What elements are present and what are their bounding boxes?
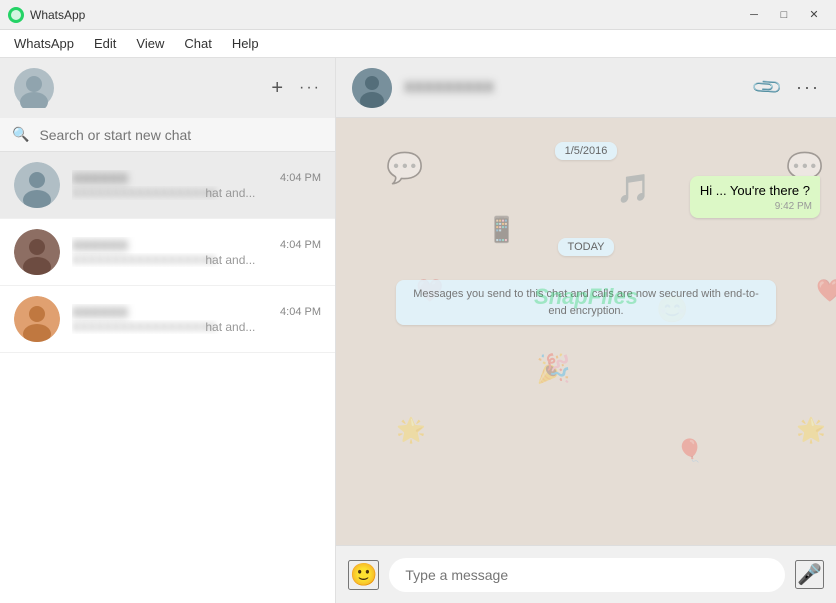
titlebar-title: WhatsApp	[30, 8, 85, 22]
chat-info: XXXXXX 4:04 PM XXXXXXXXXXXXXXXXXX hat an…	[72, 170, 321, 200]
chat-time: 4:04 PM	[280, 306, 321, 318]
chat-time: 4:04 PM	[280, 239, 321, 251]
chat-name: XXXXXX	[72, 237, 128, 253]
avatar	[14, 296, 60, 342]
message-text: Hi ... You're there ?	[700, 183, 810, 198]
user-avatar[interactable]	[14, 68, 54, 108]
minimize-button[interactable]: ─	[740, 5, 768, 25]
avatar	[14, 229, 60, 275]
app-container: + ··· 🔍 XXXXX	[0, 58, 836, 603]
date-separator: 1/5/2016	[352, 142, 820, 160]
more-options-button[interactable]: ···	[299, 79, 321, 97]
chat-preview: XXXXXXXXXXXXXXXXXX hat and...	[72, 186, 321, 200]
system-message: Messages you send to this chat and calls…	[352, 280, 820, 325]
message-bubble: Hi ... You're there ? 9:42 PM	[690, 176, 820, 218]
new-chat-button[interactable]: +	[271, 77, 283, 100]
more-chat-options-button[interactable]: ···	[796, 77, 820, 98]
chat-time: 4:04 PM	[280, 172, 321, 184]
emoji-button[interactable]: 🙂	[348, 560, 379, 590]
right-header-left: XXXXXXXXX	[352, 68, 494, 108]
search-icon: 🔍	[12, 126, 29, 143]
right-header: XXXXXXXXX 📎 ···	[336, 58, 836, 118]
close-button[interactable]: ✕	[800, 5, 828, 25]
left-header-actions: + ···	[271, 77, 321, 100]
contact-avatar[interactable]	[352, 68, 392, 108]
window-controls: ─ □ ✕	[740, 5, 828, 25]
chat-name: XXXXXX	[72, 304, 128, 320]
message-input[interactable]	[389, 558, 785, 592]
menu-view[interactable]: View	[126, 32, 174, 55]
chat-info: XXXXXX 4:04 PM XXXXXXXXXXXXXXXXXX hat an…	[72, 304, 321, 334]
search-bar: 🔍	[0, 118, 335, 152]
message-row-sent: Hi ... You're there ? 9:42 PM	[352, 176, 820, 218]
contact-name: XXXXXXXXX	[404, 79, 494, 96]
search-input[interactable]	[39, 127, 323, 143]
chat-messages: SnapFiles 1/5/2016 Hi ... You're there ?…	[336, 118, 836, 545]
date-label: 1/5/2016	[555, 142, 618, 160]
mic-button[interactable]: 🎤	[795, 560, 824, 589]
app-icon	[8, 7, 24, 23]
date-separator-today: TODAY	[352, 238, 820, 256]
menubar: WhatsApp Edit View Chat Help	[0, 30, 836, 58]
message-time: 9:42 PM	[775, 200, 812, 214]
chat-info: XXXXXX 4:04 PM XXXXXXXXXXXXXXXXXX hat an…	[72, 237, 321, 267]
chat-item[interactable]: XXXXXX 4:04 PM XXXXXXXXXXXXXXXXXX hat an…	[0, 152, 335, 219]
avatar	[14, 162, 60, 208]
chat-preview: XXXXXXXXXXXXXXXXXX hat and...	[72, 253, 321, 267]
menu-edit[interactable]: Edit	[84, 32, 126, 55]
attach-button[interactable]: 📎	[755, 75, 780, 100]
system-message-text: Messages you send to this chat and calls…	[396, 280, 776, 325]
chat-item[interactable]: XXXXXX 4:04 PM XXXXXXXXXXXXXXXXXX hat an…	[0, 286, 335, 353]
chat-item[interactable]: XXXXXX 4:04 PM XXXXXXXXXXXXXXXXXX hat an…	[0, 219, 335, 286]
right-panel: XXXXXXXXX 📎 ··· SnapFiles 1/5/2016 Hi ..…	[336, 58, 836, 603]
chat-name: XXXXXX	[72, 170, 128, 186]
menu-help[interactable]: Help	[222, 32, 269, 55]
left-header: + ···	[0, 58, 335, 118]
titlebar-left: WhatsApp	[8, 7, 85, 23]
chat-list: XXXXXX 4:04 PM XXXXXXXXXXXXXXXXXX hat an…	[0, 152, 335, 603]
menu-whatsapp[interactable]: WhatsApp	[4, 32, 84, 55]
right-header-actions: 📎 ···	[755, 75, 820, 100]
maximize-button[interactable]: □	[770, 5, 798, 25]
left-panel: + ··· 🔍 XXXXX	[0, 58, 336, 603]
titlebar: WhatsApp ─ □ ✕	[0, 0, 836, 30]
chat-preview: XXXXXXXXXXXXXXXXXX hat and...	[72, 320, 321, 334]
today-label: TODAY	[558, 238, 615, 256]
menu-chat[interactable]: Chat	[174, 32, 221, 55]
input-area: 🙂 🎤	[336, 545, 836, 603]
